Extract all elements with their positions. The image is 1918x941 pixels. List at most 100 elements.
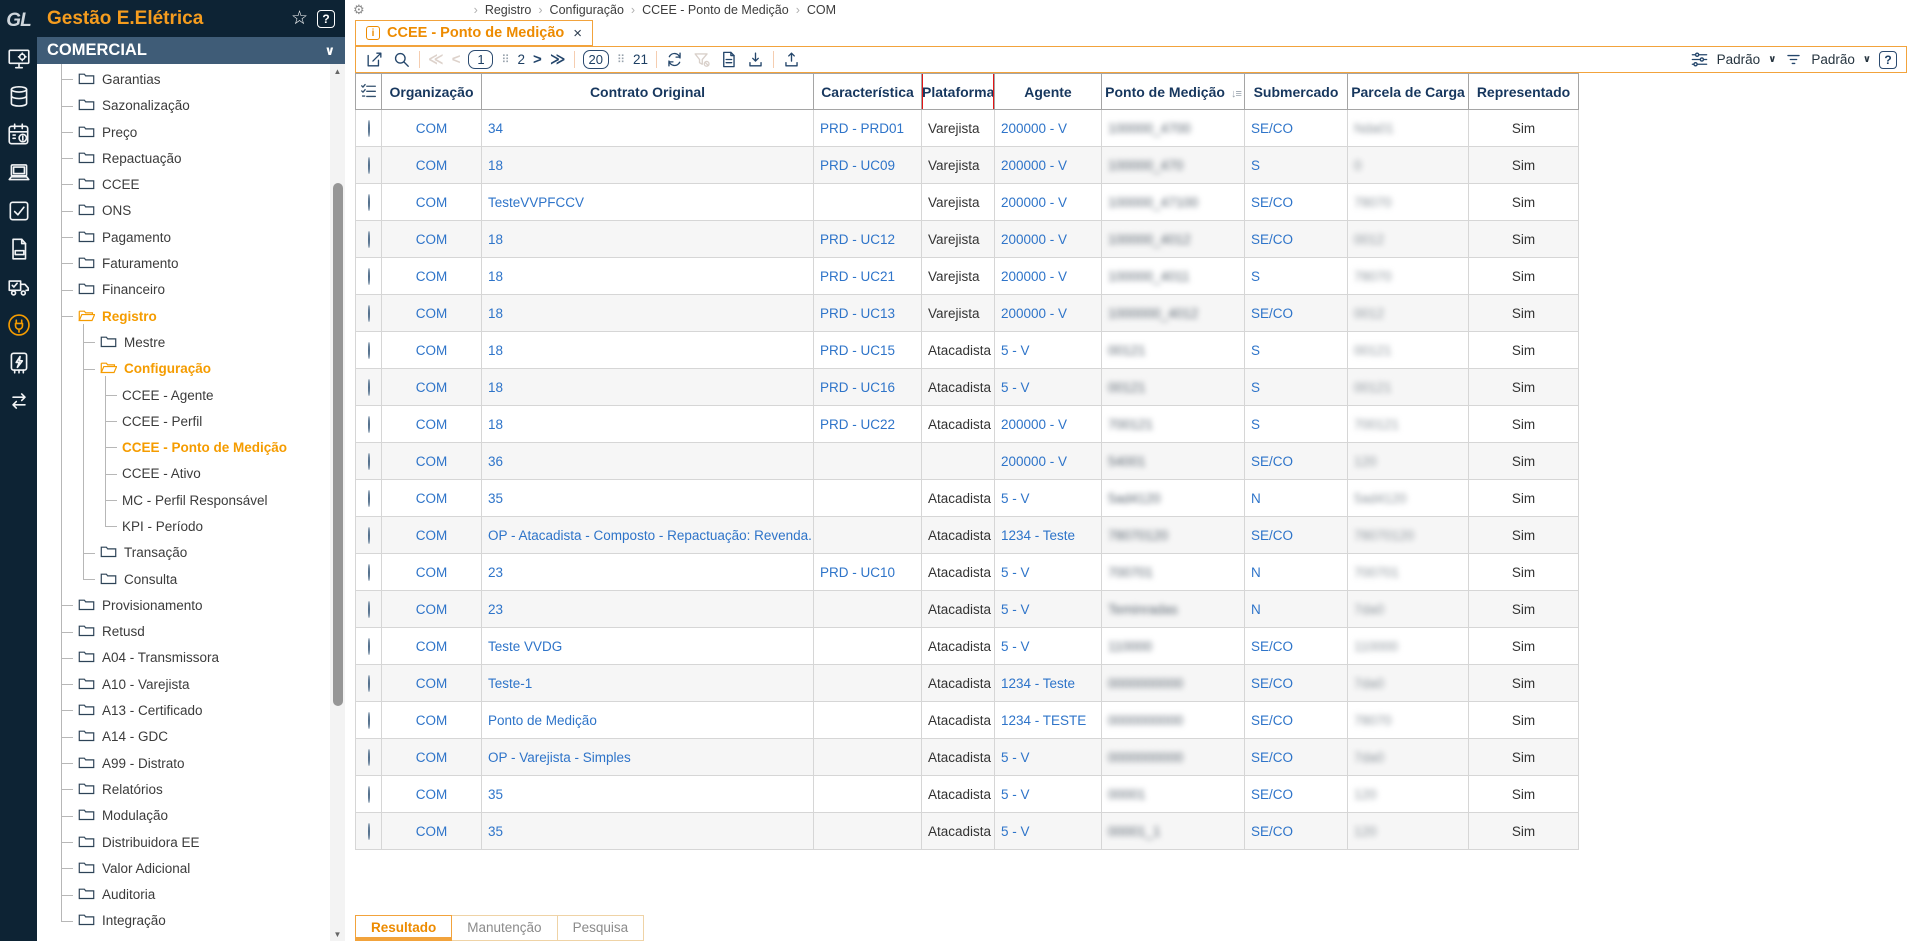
cell-value[interactable]: SE/CO <box>1251 824 1293 839</box>
cell-value[interactable]: 5 - V <box>1001 380 1030 395</box>
row-radio[interactable] <box>367 600 370 618</box>
scroll-down-icon[interactable]: ▼ <box>330 927 345 941</box>
module-selector[interactable]: COMERCIAL ∨ <box>37 37 345 64</box>
page-size-input[interactable]: 20 <box>582 50 609 69</box>
layout-preset-select[interactable]: Padrão <box>1717 52 1761 67</box>
tree-item-garantias[interactable]: Garantias <box>37 66 330 92</box>
tree-item-valor-adicional[interactable]: Valor Adicional <box>37 855 330 881</box>
tree-item-kpi-per-odo[interactable]: KPI - Período <box>37 513 330 539</box>
filter-lines-icon[interactable] <box>1784 50 1803 69</box>
cell-value[interactable]: 18 <box>488 417 503 432</box>
scroll-up-icon[interactable]: ▲ <box>330 64 345 78</box>
cell-value[interactable]: COM <box>416 750 448 765</box>
cell-value[interactable]: SE/CO <box>1251 232 1293 247</box>
monitor-gear-icon[interactable] <box>5 45 33 73</box>
next-page-icon[interactable]: > <box>533 52 542 67</box>
cell-value[interactable]: 1234 - Teste <box>1001 676 1075 691</box>
column-header-organiza-o[interactable]: Organização <box>381 73 482 110</box>
last-page-icon[interactable]: ≫ <box>550 52 566 67</box>
breadcrumb-item-configura-o[interactable]: Configuração <box>550 3 624 17</box>
cell-value[interactable]: 18 <box>488 269 503 284</box>
calendar-money-icon[interactable] <box>5 121 33 149</box>
gear-icon[interactable]: ⚙ <box>353 2 365 18</box>
cell-value[interactable]: 200000 - V <box>1001 306 1067 321</box>
footer-tab-resultado[interactable]: Resultado <box>355 915 453 941</box>
scrollbar-thumb[interactable] <box>332 183 343 706</box>
grid-help-icon[interactable]: ? <box>1879 50 1897 69</box>
cell-value[interactable]: COM <box>416 491 448 506</box>
cell-value[interactable]: N <box>1251 602 1261 617</box>
cell-value[interactable]: COM <box>416 158 448 173</box>
cell-value[interactable]: COM <box>416 454 448 469</box>
row-radio[interactable] <box>367 711 370 729</box>
energy-meter-icon[interactable] <box>5 349 33 377</box>
energy-plug-icon[interactable] <box>5 311 33 339</box>
breadcrumb-item-com[interactable]: COM <box>807 3 836 17</box>
cell-value[interactable]: PRD - PRD01 <box>820 121 904 136</box>
filter-preset-select[interactable]: Padrão <box>1811 52 1855 67</box>
tree-item-configura-o[interactable]: Configuração <box>37 356 330 382</box>
cell-value[interactable]: COM <box>416 824 448 839</box>
tree-item-ccee-ponto-de-medi-o[interactable]: CCEE - Ponto de Medição <box>37 434 330 460</box>
cell-value[interactable]: N <box>1251 565 1261 580</box>
cell-value[interactable]: 5 - V <box>1001 750 1030 765</box>
tab-ccee-ponto-de-medicao[interactable]: i CCEE - Ponto de Medição × <box>355 20 594 46</box>
tree-item-transa-o[interactable]: Transação <box>37 540 330 566</box>
search-icon[interactable] <box>392 50 411 69</box>
cell-value[interactable]: 18 <box>488 380 503 395</box>
row-radio[interactable] <box>367 415 370 433</box>
transfer-arrows-icon[interactable] <box>5 387 33 415</box>
tree-item-a10-varejista[interactable]: A10 - Varejista <box>37 671 330 697</box>
cell-value[interactable]: Teste VVDG <box>488 639 562 654</box>
tree-item-ccee-perfil[interactable]: CCEE - Perfil <box>37 408 330 434</box>
tree-item-relat-rios[interactable]: Relatórios <box>37 776 330 802</box>
row-radio[interactable] <box>367 822 370 840</box>
cell-value[interactable]: SE/CO <box>1251 454 1293 469</box>
tree-item-pagamento[interactable]: Pagamento <box>37 224 330 250</box>
breadcrumb-item-registro[interactable]: Registro <box>485 3 532 17</box>
help-icon[interactable]: ? <box>317 9 335 28</box>
column-header-caracter-stica[interactable]: Característica <box>813 73 922 110</box>
cell-value[interactable]: 5 - V <box>1001 565 1030 580</box>
cell-value[interactable]: OP - Varejista - Simples <box>488 750 631 765</box>
cell-value[interactable]: SE/CO <box>1251 528 1293 543</box>
tree-item-mc-perfil-respons-vel[interactable]: MC - Perfil Responsável <box>37 487 330 513</box>
tree-item-consulta[interactable]: Consulta <box>37 566 330 592</box>
cell-value[interactable]: S <box>1251 343 1260 358</box>
prev-page-icon[interactable]: < <box>452 52 461 67</box>
row-radio[interactable] <box>367 674 370 692</box>
tree-item-a99-distrato[interactable]: A99 - Distrato <box>37 750 330 776</box>
cell-value[interactable]: COM <box>416 269 448 284</box>
truck-check-icon[interactable] <box>5 273 33 301</box>
sliders-icon[interactable] <box>1690 50 1709 69</box>
tree-item-ccee[interactable]: CCEE <box>37 171 330 197</box>
cell-value[interactable]: PRD - UC09 <box>820 158 895 173</box>
cell-value[interactable]: 18 <box>488 343 503 358</box>
row-radio[interactable] <box>367 267 370 285</box>
cell-value[interactable]: PRD - UC13 <box>820 306 895 321</box>
cell-value[interactable]: SE/CO <box>1251 713 1293 728</box>
cell-value[interactable]: 18 <box>488 232 503 247</box>
column-header-plataforma[interactable]: Plataforma <box>921 73 995 110</box>
favorite-star-icon[interactable]: ☆ <box>291 7 308 30</box>
cell-value[interactable]: 23 <box>488 565 503 580</box>
column-header-submercado[interactable]: Submercado <box>1244 73 1348 110</box>
checklist-icon[interactable] <box>5 197 33 225</box>
tree-item-ccee-ativo[interactable]: CCEE - Ativo <box>37 461 330 487</box>
tree-item-mestre[interactable]: Mestre <box>37 329 330 355</box>
gl-logo[interactable]: GL <box>5 7 33 35</box>
cell-value[interactable]: COM <box>416 787 448 802</box>
row-radio[interactable] <box>367 193 370 211</box>
tree-item-modula-o[interactable]: Modulação <box>37 803 330 829</box>
cell-value[interactable]: PRD - UC16 <box>820 380 895 395</box>
cell-value[interactable]: S <box>1251 380 1260 395</box>
cell-value[interactable]: SE/CO <box>1251 121 1293 136</box>
first-page-icon[interactable]: ≪ <box>428 52 444 67</box>
footer-tab-manuten-o[interactable]: Manutenção <box>452 915 558 941</box>
cell-value[interactable]: 18 <box>488 306 503 321</box>
tree-item-financeiro[interactable]: Financeiro <box>37 277 330 303</box>
tree-item-a13-certificado[interactable]: A13 - Certificado <box>37 697 330 723</box>
row-radio[interactable] <box>367 637 370 655</box>
cell-value[interactable]: COM <box>416 380 448 395</box>
database-icon[interactable] <box>5 83 33 111</box>
